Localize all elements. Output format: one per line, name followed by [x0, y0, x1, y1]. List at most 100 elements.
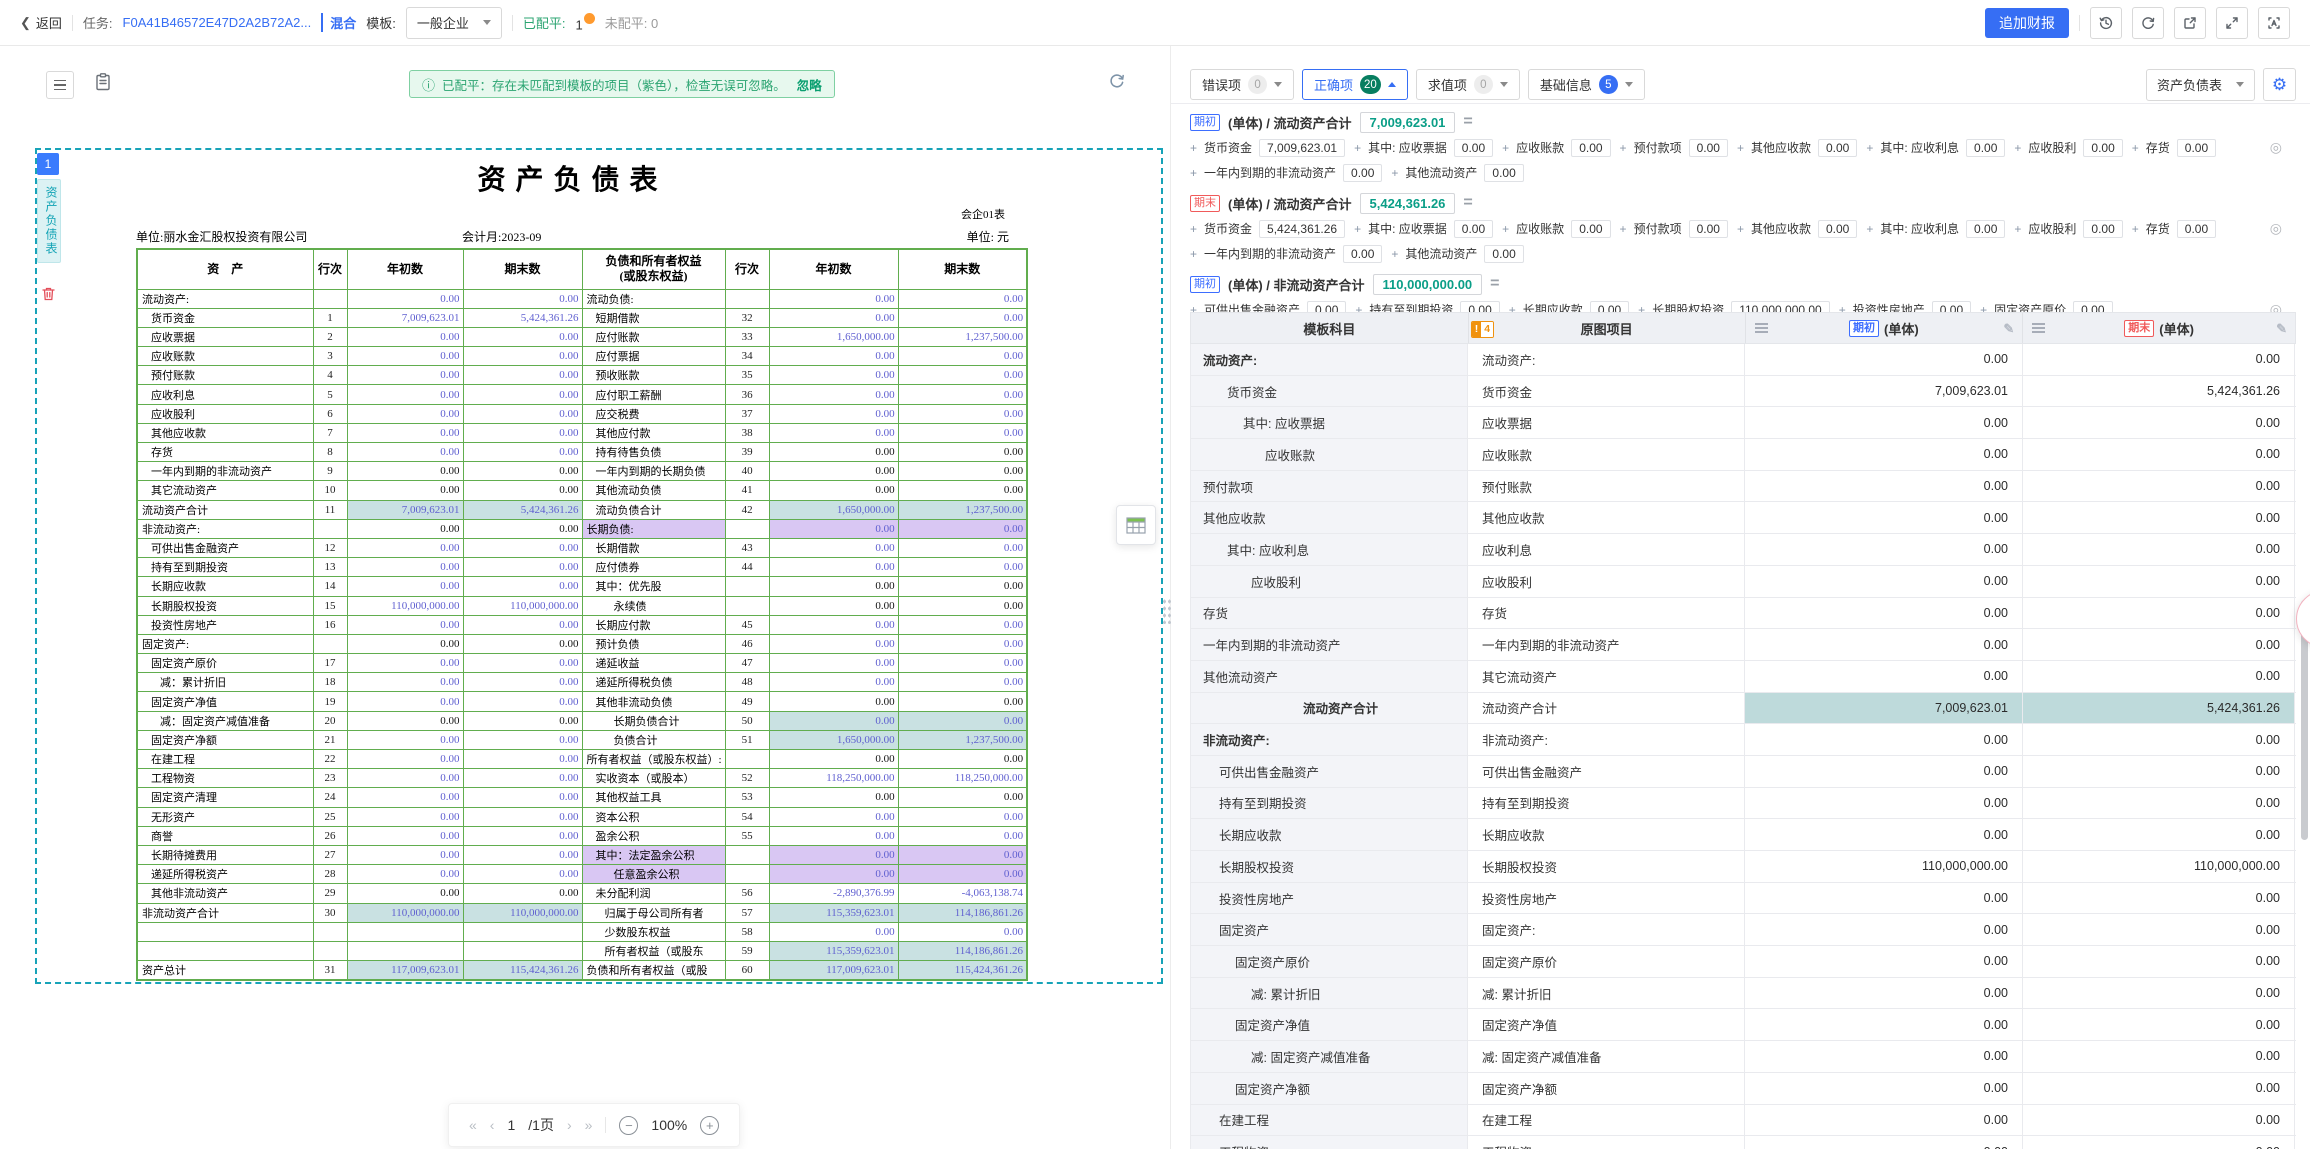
end-value-cell[interactable]: 0.00	[2023, 661, 2295, 692]
last-page-icon[interactable]: »	[585, 1117, 593, 1133]
ocr-scan-icon[interactable]	[2258, 7, 2290, 39]
end-value-cell[interactable]: 0.00	[2023, 788, 2295, 819]
term-value[interactable]: 7,009,623.01	[1259, 139, 1345, 157]
begin-value-cell[interactable]: 0.00	[1745, 502, 2023, 533]
chip-value-items[interactable]: 求值项0	[1416, 69, 1520, 100]
ignore-link[interactable]: 忽略	[797, 75, 822, 94]
end-value-cell[interactable]: 0.00	[2023, 883, 2295, 914]
mapping-row[interactable]: 固定资产净额固定资产净额0.000.00	[1190, 1073, 2296, 1105]
panel-splitter-handle[interactable]	[1162, 598, 1172, 624]
end-value-cell[interactable]: 0.00	[2023, 1105, 2295, 1136]
mapping-row[interactable]: 其他流动资产其它流动资产0.000.00	[1190, 661, 2296, 693]
begin-value-cell[interactable]: 0.00	[1745, 724, 2023, 755]
term-value[interactable]: 0.00	[1818, 220, 1857, 238]
begin-value-cell[interactable]: 0.00	[1745, 629, 2023, 660]
mapping-row[interactable]: 在建工程在建工程0.000.00	[1190, 1105, 2296, 1137]
term-value[interactable]: 0.00	[1484, 164, 1523, 182]
begin-value-cell[interactable]: 0.00	[1745, 1041, 2023, 1072]
formula-total[interactable]: 5,424,361.26	[1360, 193, 1456, 214]
edit-pencil-icon[interactable]: ✎	[2276, 321, 2287, 337]
mapping-row[interactable]: 预付款项预付账款0.000.00	[1190, 471, 2296, 503]
term-value[interactable]: 0.00	[1343, 245, 1382, 263]
mapping-row[interactable]: 其中: 应收利息应收利息0.000.00	[1190, 534, 2296, 566]
term-value[interactable]: 110,000,000.00	[1731, 301, 1830, 313]
history-icon[interactable]	[2090, 7, 2122, 39]
begin-value-cell[interactable]: 0.00	[1745, 756, 2023, 787]
formula-total[interactable]: 110,000,000.00	[1373, 274, 1483, 295]
add-report-button[interactable]: 追加财报	[1985, 8, 2069, 38]
end-value-cell[interactable]: 0.00	[2023, 978, 2295, 1009]
begin-value-cell[interactable]: 110,000,000.00	[1745, 851, 2023, 882]
report-select[interactable]: 资产负债表	[2146, 69, 2255, 101]
begin-value-cell[interactable]: 0.00	[1745, 566, 2023, 597]
eye-icon[interactable]: ◎	[2270, 139, 2282, 156]
begin-value-cell[interactable]: 0.00	[1745, 661, 2023, 692]
end-value-cell[interactable]: 0.00	[2023, 756, 2295, 787]
term-value[interactable]: 0.00	[1484, 245, 1523, 263]
task-id-link[interactable]: F0A41B46572E47D2A2B72A2...	[123, 15, 312, 30]
begin-value-cell[interactable]: 0.00	[1745, 534, 2023, 565]
clipboard-icon[interactable]	[94, 72, 112, 97]
mapping-row[interactable]: 非流动资产:非流动资产:0.000.00	[1190, 724, 2296, 756]
mapping-row[interactable]: 其中: 应收票据应收票据0.000.00	[1190, 407, 2296, 439]
begin-value-cell[interactable]: 0.00	[1745, 344, 2023, 375]
term-value[interactable]: 0.00	[1966, 220, 2005, 238]
mapping-row[interactable]: 流动资产合计流动资产合计7,009,623.015,424,361.26	[1190, 693, 2296, 725]
begin-value-cell[interactable]: 0.00	[1745, 1136, 2023, 1149]
term-value[interactable]: 0.00	[1689, 139, 1728, 157]
end-value-cell[interactable]: 0.00	[2023, 1041, 2295, 1072]
end-value-cell[interactable]: 0.00	[2023, 724, 2295, 755]
end-value-cell[interactable]: 0.00	[2023, 439, 2295, 470]
list-icon[interactable]	[1755, 323, 1768, 334]
begin-value-cell[interactable]: 0.00	[1745, 788, 2023, 819]
mapping-row[interactable]: 长期应收款长期应收款0.000.00	[1190, 819, 2296, 851]
zoom-out-icon[interactable]: −	[619, 1116, 638, 1135]
refresh-icon[interactable]	[2132, 7, 2164, 39]
table-grid-icon[interactable]	[1116, 505, 1156, 545]
mapping-row[interactable]: 固定资产净值固定资产净值0.000.00	[1190, 1009, 2296, 1041]
thumbnail-panel-icon[interactable]	[46, 71, 74, 99]
mapping-row[interactable]: 一年内到期的非流动资产一年内到期的非流动资产0.000.00	[1190, 629, 2296, 661]
end-value-cell[interactable]: 0.00	[2023, 471, 2295, 502]
begin-value-cell[interactable]: 0.00	[1745, 946, 2023, 977]
end-value-cell[interactable]: 0.00	[2023, 534, 2295, 565]
term-value[interactable]: 0.00	[2073, 301, 2112, 313]
term-value[interactable]: 0.00	[1454, 139, 1493, 157]
chip-error-items[interactable]: 错误项0	[1190, 69, 1294, 100]
term-value[interactable]: 0.00	[1460, 301, 1499, 313]
end-value-cell[interactable]: 0.00	[2023, 598, 2295, 629]
begin-value-cell[interactable]: 0.00	[1745, 471, 2023, 502]
term-value[interactable]: 0.00	[1454, 220, 1493, 238]
end-value-cell[interactable]: 0.00	[2023, 946, 2295, 977]
term-value[interactable]: 0.00	[1932, 301, 1971, 313]
formula-total[interactable]: 7,009,623.01	[1360, 112, 1456, 133]
mapping-row[interactable]: 其他应收款其他应收款0.000.00	[1190, 502, 2296, 534]
end-value-cell[interactable]: 110,000,000.00	[2023, 851, 2295, 882]
fullscreen-icon[interactable]	[2216, 7, 2248, 39]
back-button[interactable]: ❮ 返回	[20, 13, 62, 32]
mapping-row[interactable]: 固定资产固定资产:0.000.00	[1190, 914, 2296, 946]
mapping-row[interactable]: 存货存货0.000.00	[1190, 598, 2296, 630]
end-value-cell[interactable]: 0.00	[2023, 819, 2295, 850]
open-external-icon[interactable]	[2174, 7, 2206, 39]
end-value-cell[interactable]: 0.00	[2023, 407, 2295, 438]
balance-sheet-document[interactable]: 资产负债表 会企01表 单位:丽水金汇股权投资有限公司 会计月:2023-09 …	[35, 148, 1163, 984]
begin-value-cell[interactable]: 0.00	[1745, 1105, 2023, 1136]
term-value[interactable]: 0.00	[1818, 139, 1857, 157]
end-value-cell[interactable]: 0.00	[2023, 914, 2295, 945]
term-value[interactable]: 0.00	[1689, 220, 1728, 238]
mapping-row[interactable]: 持有至到期投资持有至到期投资0.000.00	[1190, 788, 2296, 820]
begin-value-cell[interactable]: 0.00	[1745, 407, 2023, 438]
begin-value-cell[interactable]: 7,009,623.01	[1745, 693, 2023, 724]
term-value[interactable]: 5,424,361.26	[1259, 220, 1345, 238]
begin-value-cell[interactable]: 0.00	[1745, 1073, 2023, 1104]
zoom-in-icon[interactable]: +	[700, 1116, 719, 1135]
mapping-row[interactable]: 工程物资工程物资0.000.00	[1190, 1136, 2296, 1149]
next-page-icon[interactable]: ›	[567, 1117, 572, 1133]
term-value[interactable]: 0.00	[1571, 220, 1610, 238]
end-value-cell[interactable]: 0.00	[2023, 1009, 2295, 1040]
term-value[interactable]: 0.00	[2083, 220, 2122, 238]
eye-icon[interactable]: ◎	[2270, 220, 2282, 237]
edit-pencil-icon[interactable]: ✎	[2003, 321, 2014, 337]
sheet-tab-balance-sheet[interactable]: 资产负债表	[37, 179, 61, 263]
